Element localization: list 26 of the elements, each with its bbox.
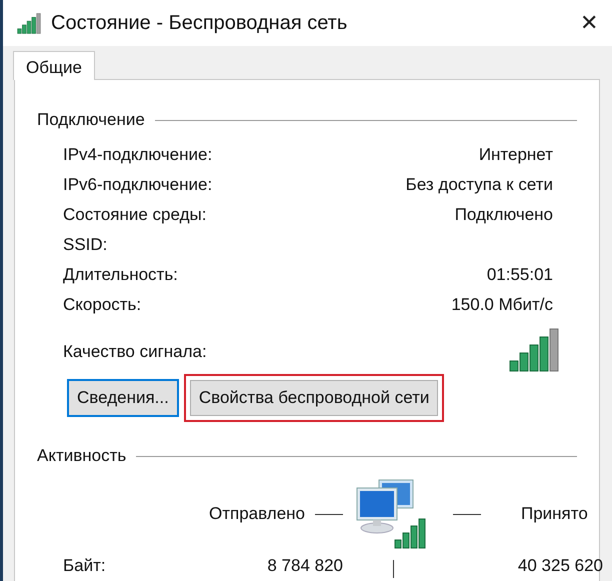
group-heading: Активность xyxy=(37,446,126,466)
bytes-sent: 8 784 820 xyxy=(266,555,343,576)
wireless-properties-button[interactable]: Свойства беспроводной сети xyxy=(190,380,438,416)
signal-icon xyxy=(509,328,559,372)
field-label: Качество сигнала: xyxy=(63,342,207,363)
field-label: Состояние среды: xyxy=(63,205,206,225)
bytes-received: 40 325 620 xyxy=(516,555,603,576)
field-label: IPv4-подключение: xyxy=(63,145,212,165)
sent-label: Отправлено xyxy=(209,504,305,524)
field-label: SSID: xyxy=(63,235,108,255)
window-title: Состояние - Беспроводная сеть xyxy=(51,12,348,34)
field-value: 150.0 Мбит/с xyxy=(451,295,553,315)
details-button[interactable]: Сведения... xyxy=(67,379,179,417)
field-label: Длительность: xyxy=(63,265,178,285)
field-value: Без доступа к сети xyxy=(406,175,553,195)
tab[interactable]: Общие xyxy=(13,51,95,80)
bytes-label: Байт: xyxy=(63,555,107,576)
field-label: Скорость: xyxy=(63,295,142,315)
signal-icon xyxy=(17,12,41,34)
group-heading: Подключение xyxy=(37,110,145,130)
field-value: Интернет xyxy=(478,145,553,165)
close-button[interactable]: ✕ xyxy=(580,10,598,36)
field-value: Подключено xyxy=(454,205,553,225)
received-label: Принято xyxy=(521,504,588,524)
field-value: 01:55:01 xyxy=(486,265,553,285)
field-label: IPv6-подключение: xyxy=(63,175,212,195)
